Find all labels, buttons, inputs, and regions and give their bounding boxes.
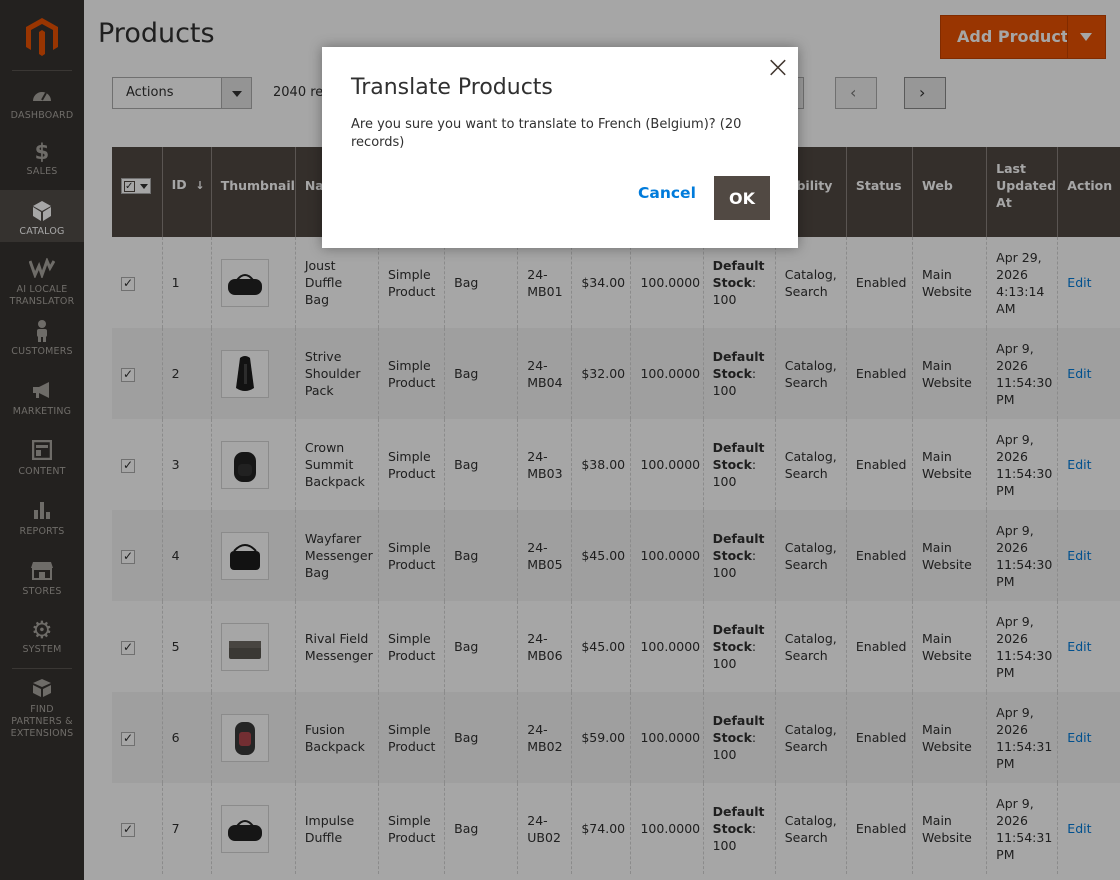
close-icon[interactable]: × xyxy=(762,53,794,85)
ok-button[interactable]: OK xyxy=(714,176,770,220)
modal-message: Are you sure you want to translate to Fr… xyxy=(351,117,742,150)
modal-title: Translate Products xyxy=(351,75,553,100)
translate-products-modal: Translate Products × Are you sure you wa… xyxy=(322,47,798,248)
cancel-button[interactable]: Cancel xyxy=(638,184,696,202)
